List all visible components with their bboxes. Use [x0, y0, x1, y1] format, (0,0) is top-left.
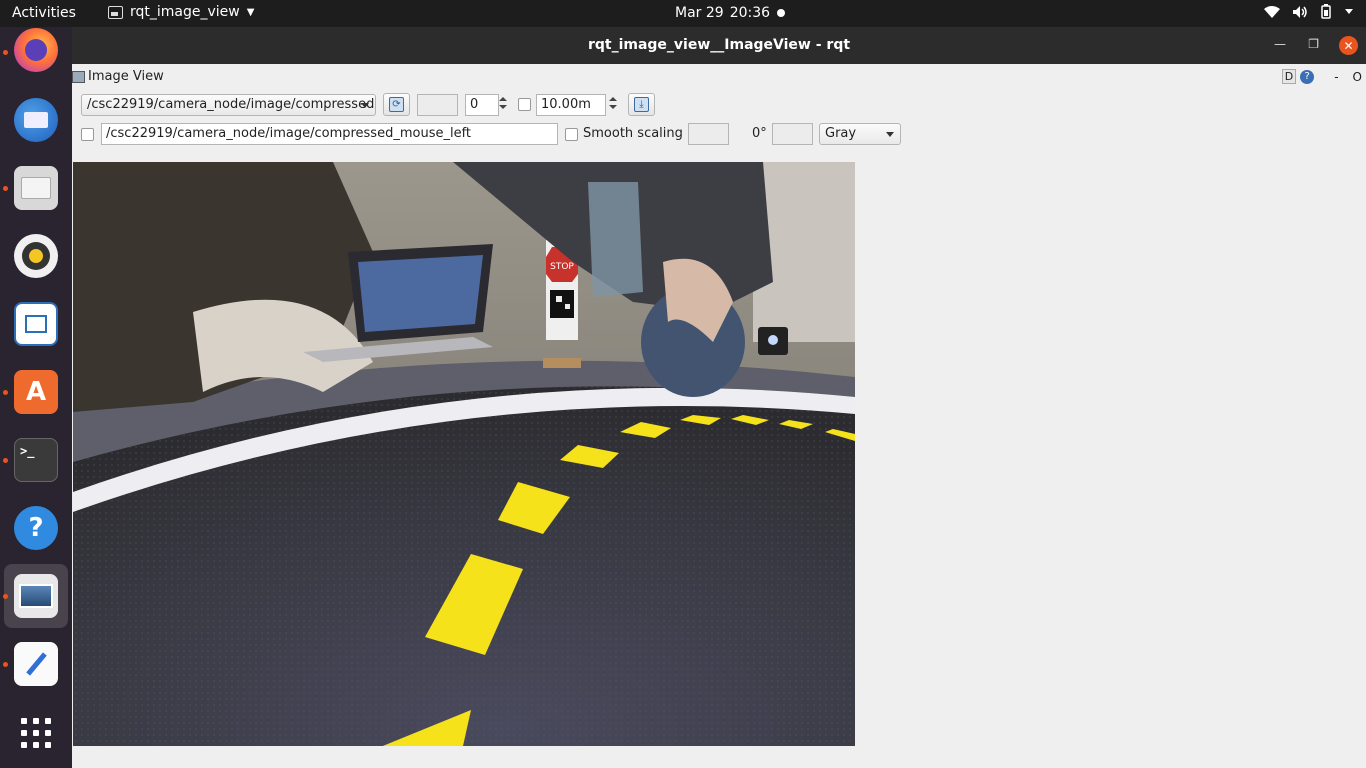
dynamic-range-checkbox[interactable]: [518, 98, 531, 111]
plugin-title: Image View: [72, 69, 164, 84]
number-spinbox[interactable]: 0: [465, 94, 499, 116]
dock-running-indicator: [3, 50, 8, 55]
close-button[interactable]: ✕: [1339, 36, 1358, 55]
image-view-plugin-icon: [72, 70, 85, 83]
libreoffice-writer-icon: [14, 302, 58, 346]
terminal-icon: >_: [14, 438, 58, 482]
dock-show-apps[interactable]: [4, 701, 68, 765]
window-titlebar[interactable]: rqt_image_view__ImageView - rqt — ❐ ✕: [72, 27, 1366, 64]
text-editor-icon: [14, 642, 58, 686]
dock-libreoffice-writer[interactable]: [4, 292, 68, 356]
dock-running-indicator: [3, 662, 8, 667]
spin-up-icon: [499, 97, 507, 101]
stop-sign-text: STOP: [550, 262, 574, 272]
mouse-topic-field[interactable]: /csc22919/camera_node/image/compressed_m…: [101, 123, 558, 145]
topic-select[interactable]: /csc22919/camera_node/image/compressed: [81, 94, 376, 116]
image-viewer-icon: [14, 574, 58, 618]
mouse-publish-checkbox[interactable]: [81, 128, 94, 141]
plugin-controls: D ? - O: [1281, 69, 1362, 84]
notification-dot-icon: [777, 9, 785, 17]
rotate-left-button[interactable]: [688, 123, 729, 145]
plugin-minimize-button[interactable]: -: [1334, 70, 1338, 84]
plugin-dock-button[interactable]: D: [1281, 69, 1297, 84]
window-title: rqt_image_view__ImageView - rqt: [587, 37, 851, 53]
dock-software[interactable]: A: [4, 360, 68, 424]
dock-terminal[interactable]: >_: [4, 428, 68, 492]
dock-firefox[interactable]: [4, 18, 68, 82]
clock[interactable]: Mar 29 20:36: [675, 5, 770, 21]
dock-help[interactable]: ?: [4, 496, 68, 560]
software-center-icon: A: [14, 370, 58, 414]
firefox-icon: [14, 28, 58, 72]
rqt-window: rqt_image_view__ImageView - rqt — ❐ ✕ Im…: [72, 27, 1366, 768]
show-apps-icon: [21, 718, 51, 748]
chevron-down-icon: [886, 132, 894, 137]
battery-icon: [1321, 4, 1331, 19]
plugin-close-button[interactable]: O: [1353, 70, 1362, 84]
wifi-icon: [1264, 5, 1280, 18]
chevron-down-icon: ▼: [246, 6, 255, 18]
save-icon: ⤓: [634, 97, 649, 112]
spin-down-icon: [499, 105, 507, 109]
plugin-help-button[interactable]: ?: [1300, 69, 1315, 84]
minimize-button[interactable]: —: [1274, 37, 1286, 51]
dock-running-indicator: [3, 594, 8, 599]
dock-image-viewer[interactable]: [4, 564, 68, 628]
mouse-topic-value: /csc22919/camera_node/image/compressed_m…: [106, 126, 472, 141]
dock-running-indicator: [3, 458, 8, 463]
refresh-icon: ⟳: [389, 97, 404, 112]
save-image-button[interactable]: ⤓: [628, 93, 655, 116]
dock-files[interactable]: [4, 156, 68, 220]
dock-thunderbird[interactable]: [4, 88, 68, 152]
system-menu-chevron-icon: [1345, 8, 1353, 14]
time-spinbox-value: 10.00m: [541, 97, 591, 112]
files-icon: [14, 166, 58, 210]
color-scheme-select[interactable]: Gray: [819, 123, 901, 145]
dock-running-indicator: [3, 186, 8, 191]
number-spinbox-value: 0: [470, 97, 479, 112]
dock: A >_ ?: [0, 27, 72, 768]
volume-icon: [1293, 5, 1307, 18]
time-spinbox[interactable]: 10.00m: [536, 94, 606, 116]
help-icon: ?: [14, 506, 58, 550]
maximize-button[interactable]: ❐: [1308, 37, 1319, 51]
dock-text-editor[interactable]: [4, 632, 68, 696]
smooth-scaling-label: Smooth scaling: [583, 126, 683, 141]
thunderbird-icon: [14, 98, 58, 142]
topic-select-value: /csc22919/camera_node/image/compressed: [87, 97, 375, 112]
system-tray[interactable]: [1264, 4, 1354, 19]
plugin-title-label: Image View: [88, 69, 164, 84]
clock-time: 20:36: [729, 5, 771, 21]
color-scheme-value: Gray: [825, 126, 857, 141]
top-bar: Activities rqt_image_view ▼ Mar 29 20:36: [0, 0, 1366, 27]
camera-image[interactable]: STOP: [73, 162, 855, 746]
app-menu-label: rqt_image_view: [130, 4, 240, 20]
chevron-down-icon: [361, 103, 369, 108]
time-spinbox-arrows[interactable]: [608, 94, 618, 116]
rotation-label: 0°: [752, 126, 767, 141]
smooth-scaling-checkbox[interactable]: [565, 128, 578, 141]
rhythmbox-icon: [14, 234, 58, 278]
blank-field[interactable]: [417, 94, 458, 116]
spin-down-icon: [609, 105, 617, 109]
app-menu[interactable]: rqt_image_view ▼: [108, 4, 254, 20]
dock-running-indicator: [3, 390, 8, 395]
camera-frame: STOP: [73, 162, 855, 746]
number-spinbox-arrows[interactable]: [498, 94, 508, 116]
spin-up-icon: [609, 97, 617, 101]
image-view-app-icon: [108, 5, 123, 19]
rotate-right-button[interactable]: [772, 123, 813, 145]
refresh-topics-button[interactable]: ⟳: [383, 93, 410, 116]
clock-date: Mar 29: [675, 5, 724, 21]
dock-rhythmbox[interactable]: [4, 224, 68, 288]
